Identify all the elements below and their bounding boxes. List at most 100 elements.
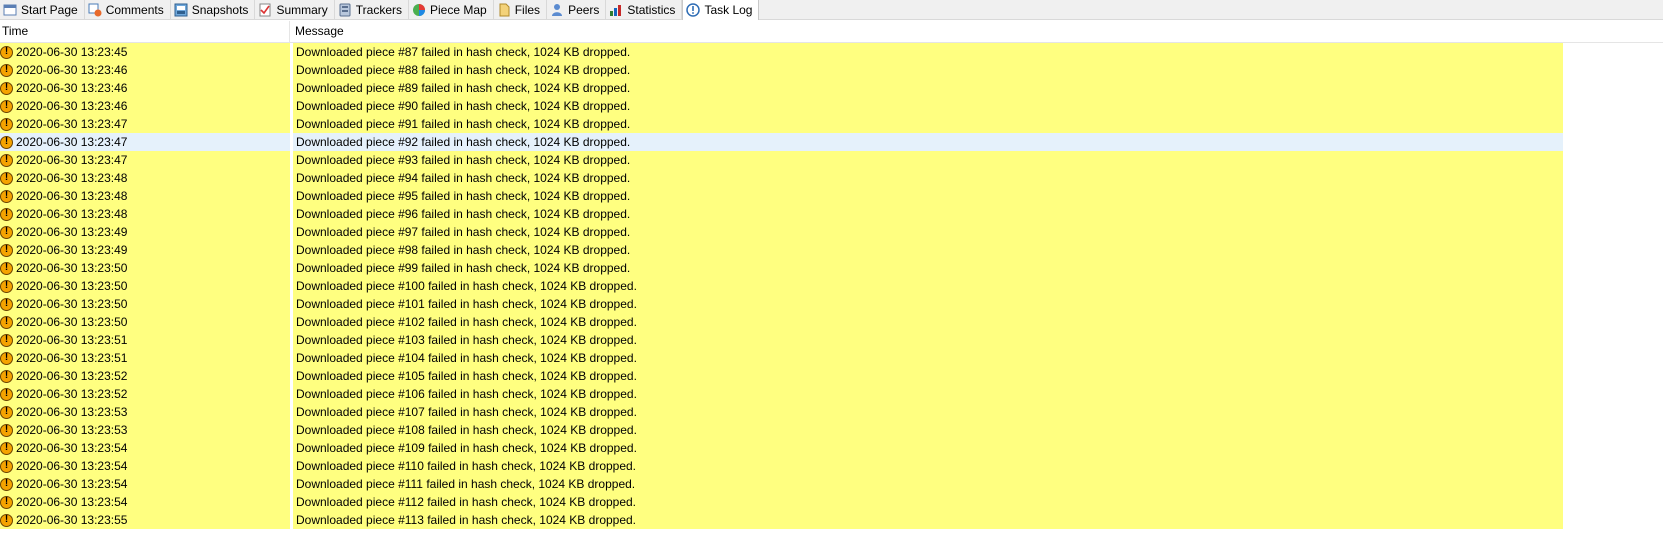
- list-header: Time Message: [0, 21, 1663, 43]
- log-row[interactable]: ! 2020-06-30 13:23:53 Downloaded piece #10…: [0, 403, 1663, 421]
- log-row[interactable]: ! 2020-06-30 13:23:47 Downloaded piece #92…: [0, 133, 1663, 151]
- log-time-cell: ! 2020-06-30 13:23:47: [0, 133, 290, 151]
- log-row[interactable]: ! 2020-06-30 13:23:47 Downloaded piece #91…: [0, 115, 1663, 133]
- log-row[interactable]: ! 2020-06-30 13:23:55 Downloaded piece #11…: [0, 511, 1663, 529]
- log-message: Downloaded piece #88 failed in hash chec…: [293, 61, 1563, 79]
- tab-piece-map[interactable]: Piece Map: [409, 0, 494, 19]
- log-time-cell: ! 2020-06-30 13:23:52: [0, 367, 290, 385]
- column-header-time[interactable]: Time: [0, 21, 290, 42]
- log-row[interactable]: ! 2020-06-30 13:23:52 Downloaded piece #10…: [0, 367, 1663, 385]
- log-row[interactable]: ! 2020-06-30 13:23:49 Downloaded piece #98…: [0, 241, 1663, 259]
- log-row[interactable]: ! 2020-06-30 13:23:54 Downloaded piece #11…: [0, 457, 1663, 475]
- log-message: Downloaded piece #98 failed in hash chec…: [293, 241, 1563, 259]
- log-row[interactable]: ! 2020-06-30 13:23:50 Downloaded piece #10…: [0, 277, 1663, 295]
- tab-task-log[interactable]: Task Log: [682, 0, 760, 20]
- log-time: 2020-06-30 13:23:50: [16, 297, 128, 311]
- tab-label: Peers: [568, 2, 600, 17]
- log-time-cell: ! 2020-06-30 13:23:51: [0, 331, 290, 349]
- task-log-list[interactable]: ! 2020-06-30 13:23:45 Downloaded piece #87…: [0, 43, 1663, 559]
- warning-icon: !: [0, 315, 13, 329]
- warning-icon: !: [0, 387, 13, 401]
- warning-icon: !: [0, 243, 13, 257]
- log-message: Downloaded piece #89 failed in hash chec…: [293, 79, 1563, 97]
- warning-icon: !: [0, 45, 13, 59]
- warning-icon: !: [0, 405, 13, 419]
- log-row[interactable]: ! 2020-06-30 13:23:51 Downloaded piece #10…: [0, 349, 1663, 367]
- warning-icon: !: [0, 297, 13, 311]
- log-row[interactable]: ! 2020-06-30 13:23:48 Downloaded piece #96…: [0, 205, 1663, 223]
- tab-label: Summary: [276, 2, 328, 17]
- warning-icon: !: [0, 207, 13, 221]
- log-row[interactable]: ! 2020-06-30 13:23:46 Downloaded piece #88…: [0, 61, 1663, 79]
- warning-icon: !: [0, 369, 13, 383]
- log-time-cell: ! 2020-06-30 13:23:50: [0, 313, 290, 331]
- log-message: Downloaded piece #107 failed in hash che…: [293, 403, 1563, 421]
- log-row[interactable]: ! 2020-06-30 13:23:47 Downloaded piece #93…: [0, 151, 1663, 169]
- tab-files[interactable]: Files: [494, 0, 548, 19]
- log-time: 2020-06-30 13:23:48: [16, 207, 128, 221]
- log-row[interactable]: ! 2020-06-30 13:23:50 Downloaded piece #99…: [0, 259, 1663, 277]
- log-row[interactable]: ! 2020-06-30 13:23:50 Downloaded piece #10…: [0, 313, 1663, 331]
- warning-icon: !: [0, 117, 13, 131]
- log-row[interactable]: ! 2020-06-30 13:23:52 Downloaded piece #10…: [0, 385, 1663, 403]
- log-message: Downloaded piece #104 failed in hash che…: [293, 349, 1563, 367]
- statistics-icon: [609, 3, 623, 17]
- tab-label: Start Page: [21, 2, 78, 17]
- warning-icon: !: [0, 477, 13, 491]
- warning-icon: !: [0, 171, 13, 185]
- tab-label: Snapshots: [191, 2, 249, 17]
- log-time: 2020-06-30 13:23:51: [16, 351, 128, 365]
- log-time: 2020-06-30 13:23:49: [16, 225, 128, 239]
- log-row[interactable]: ! 2020-06-30 13:23:45 Downloaded piece #87…: [0, 43, 1663, 61]
- log-row[interactable]: ! 2020-06-30 13:23:54 Downloaded piece #10…: [0, 439, 1663, 457]
- log-time: 2020-06-30 13:23:52: [16, 387, 128, 401]
- log-row[interactable]: ! 2020-06-30 13:23:53 Downloaded piece #10…: [0, 421, 1663, 439]
- log-message: Downloaded piece #91 failed in hash chec…: [293, 115, 1563, 133]
- log-row[interactable]: ! 2020-06-30 13:23:54 Downloaded piece #11…: [0, 493, 1663, 511]
- log-message: Downloaded piece #96 failed in hash chec…: [293, 205, 1563, 223]
- log-time-cell: ! 2020-06-30 13:23:50: [0, 295, 290, 313]
- warning-icon: !: [0, 351, 13, 365]
- task-log-icon: [686, 3, 701, 17]
- log-time: 2020-06-30 13:23:47: [16, 117, 128, 131]
- warning-icon: !: [0, 81, 13, 95]
- log-message: Downloaded piece #100 failed in hash che…: [293, 277, 1563, 295]
- log-time: 2020-06-30 13:23:51: [16, 333, 128, 347]
- log-time: 2020-06-30 13:23:46: [16, 81, 128, 95]
- tab-start-page[interactable]: Start Page: [0, 0, 85, 19]
- column-header-message[interactable]: Message: [290, 21, 1590, 42]
- log-time-cell: ! 2020-06-30 13:23:45: [0, 43, 290, 61]
- tab-label: Trackers: [355, 2, 403, 17]
- log-time: 2020-06-30 13:23:52: [16, 369, 128, 383]
- log-row[interactable]: ! 2020-06-30 13:23:46 Downloaded piece #89…: [0, 79, 1663, 97]
- log-row[interactable]: ! 2020-06-30 13:23:51 Downloaded piece #10…: [0, 331, 1663, 349]
- tab-summary[interactable]: Summary: [255, 0, 335, 19]
- warning-icon: !: [0, 333, 13, 347]
- log-message: Downloaded piece #111 failed in hash che…: [293, 475, 1563, 493]
- log-time-cell: ! 2020-06-30 13:23:51: [0, 349, 290, 367]
- log-row[interactable]: ! 2020-06-30 13:23:49 Downloaded piece #97…: [0, 223, 1663, 241]
- tab-snapshots[interactable]: Snapshots: [171, 0, 256, 19]
- log-row[interactable]: ! 2020-06-30 13:23:48 Downloaded piece #95…: [0, 187, 1663, 205]
- log-row[interactable]: ! 2020-06-30 13:23:46 Downloaded piece #90…: [0, 97, 1663, 115]
- tab-statistics[interactable]: Statistics: [606, 0, 683, 19]
- warning-icon: !: [0, 153, 13, 167]
- snapshots-icon: [174, 3, 188, 17]
- tab-peers[interactable]: Peers: [547, 0, 607, 19]
- start-page-icon: [3, 3, 17, 17]
- log-time: 2020-06-30 13:23:50: [16, 261, 128, 275]
- warning-icon: !: [0, 99, 13, 113]
- tab-trackers[interactable]: Trackers: [335, 0, 410, 19]
- log-message: Downloaded piece #109 failed in hash che…: [293, 439, 1563, 457]
- log-message: Downloaded piece #110 failed in hash che…: [293, 457, 1563, 475]
- tab-comments[interactable]: Comments: [85, 0, 171, 19]
- log-row[interactable]: ! 2020-06-30 13:23:54 Downloaded piece #11…: [0, 475, 1663, 493]
- log-time: 2020-06-30 13:23:54: [16, 495, 128, 509]
- log-row[interactable]: ! 2020-06-30 13:23:48 Downloaded piece #94…: [0, 169, 1663, 187]
- log-message: Downloaded piece #93 failed in hash chec…: [293, 151, 1563, 169]
- warning-icon: !: [0, 513, 13, 527]
- log-message: Downloaded piece #90 failed in hash chec…: [293, 97, 1563, 115]
- log-time-cell: ! 2020-06-30 13:23:54: [0, 475, 290, 493]
- warning-icon: !: [0, 279, 13, 293]
- log-row[interactable]: ! 2020-06-30 13:23:50 Downloaded piece #10…: [0, 295, 1663, 313]
